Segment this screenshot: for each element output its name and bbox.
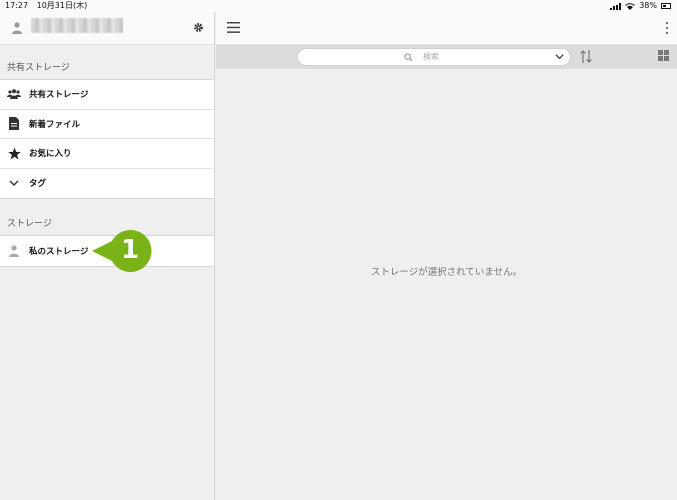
menu-icon[interactable] xyxy=(227,22,240,33)
top-toolbar xyxy=(216,12,677,45)
status-bar: 17:27 10月31日(木) 38% xyxy=(0,0,677,12)
new-file-icon xyxy=(7,117,21,131)
sidebar-item-label: タグ xyxy=(29,179,47,190)
sidebar-item-label: 共有ストレージ xyxy=(29,90,89,101)
users-icon xyxy=(7,87,21,101)
chevron-down-icon xyxy=(7,176,21,190)
status-time: 17:27 xyxy=(5,1,29,10)
search-row: 検索 xyxy=(216,45,677,69)
sidebar-item-label: お気に入り xyxy=(29,149,72,160)
shared-list: 共有ストレージ 新着ファイル お気に入り タグ xyxy=(0,79,214,199)
sidebar-item-label: 新着ファイル xyxy=(29,119,81,130)
wifi-icon xyxy=(625,2,636,10)
callout-number: 1 xyxy=(120,235,140,265)
empty-state-message: ストレージが選択されていません。 xyxy=(370,267,523,278)
grid-view-icon[interactable] xyxy=(658,50,669,61)
search-input[interactable]: 検索 xyxy=(297,48,571,66)
battery-percent: 38% xyxy=(639,1,657,10)
search-icon xyxy=(404,53,413,62)
search-placeholder: 検索 xyxy=(423,52,439,61)
battery-icon xyxy=(661,3,671,9)
gear-icon[interactable] xyxy=(193,22,204,33)
sidebar-item-label: 私のストレージ xyxy=(29,246,89,257)
account-name-redacted xyxy=(31,18,123,33)
sort-icon[interactable] xyxy=(579,49,593,64)
sidebar-item-shared-storage[interactable]: 共有ストレージ xyxy=(0,80,214,110)
sidebar-item-new-files[interactable]: 新着ファイル xyxy=(0,110,214,139)
star-icon xyxy=(7,146,21,160)
sidebar-header xyxy=(0,12,214,45)
step-callout: 1 xyxy=(92,228,156,274)
status-date: 10月31日(木) xyxy=(36,1,88,10)
signal-icon xyxy=(610,2,622,10)
chevron-down-icon[interactable] xyxy=(555,53,564,61)
sidebar-item-favorites[interactable]: お気に入り xyxy=(0,139,214,169)
more-options-icon[interactable] xyxy=(665,21,669,35)
user-icon xyxy=(7,244,21,258)
main-panel: 検索 ストレージが選択されていません。 xyxy=(216,12,677,500)
sidebar-item-tags[interactable]: タグ xyxy=(0,169,214,199)
shared-section-label: 共有ストレージ xyxy=(7,63,70,73)
account-icon[interactable] xyxy=(12,22,22,34)
